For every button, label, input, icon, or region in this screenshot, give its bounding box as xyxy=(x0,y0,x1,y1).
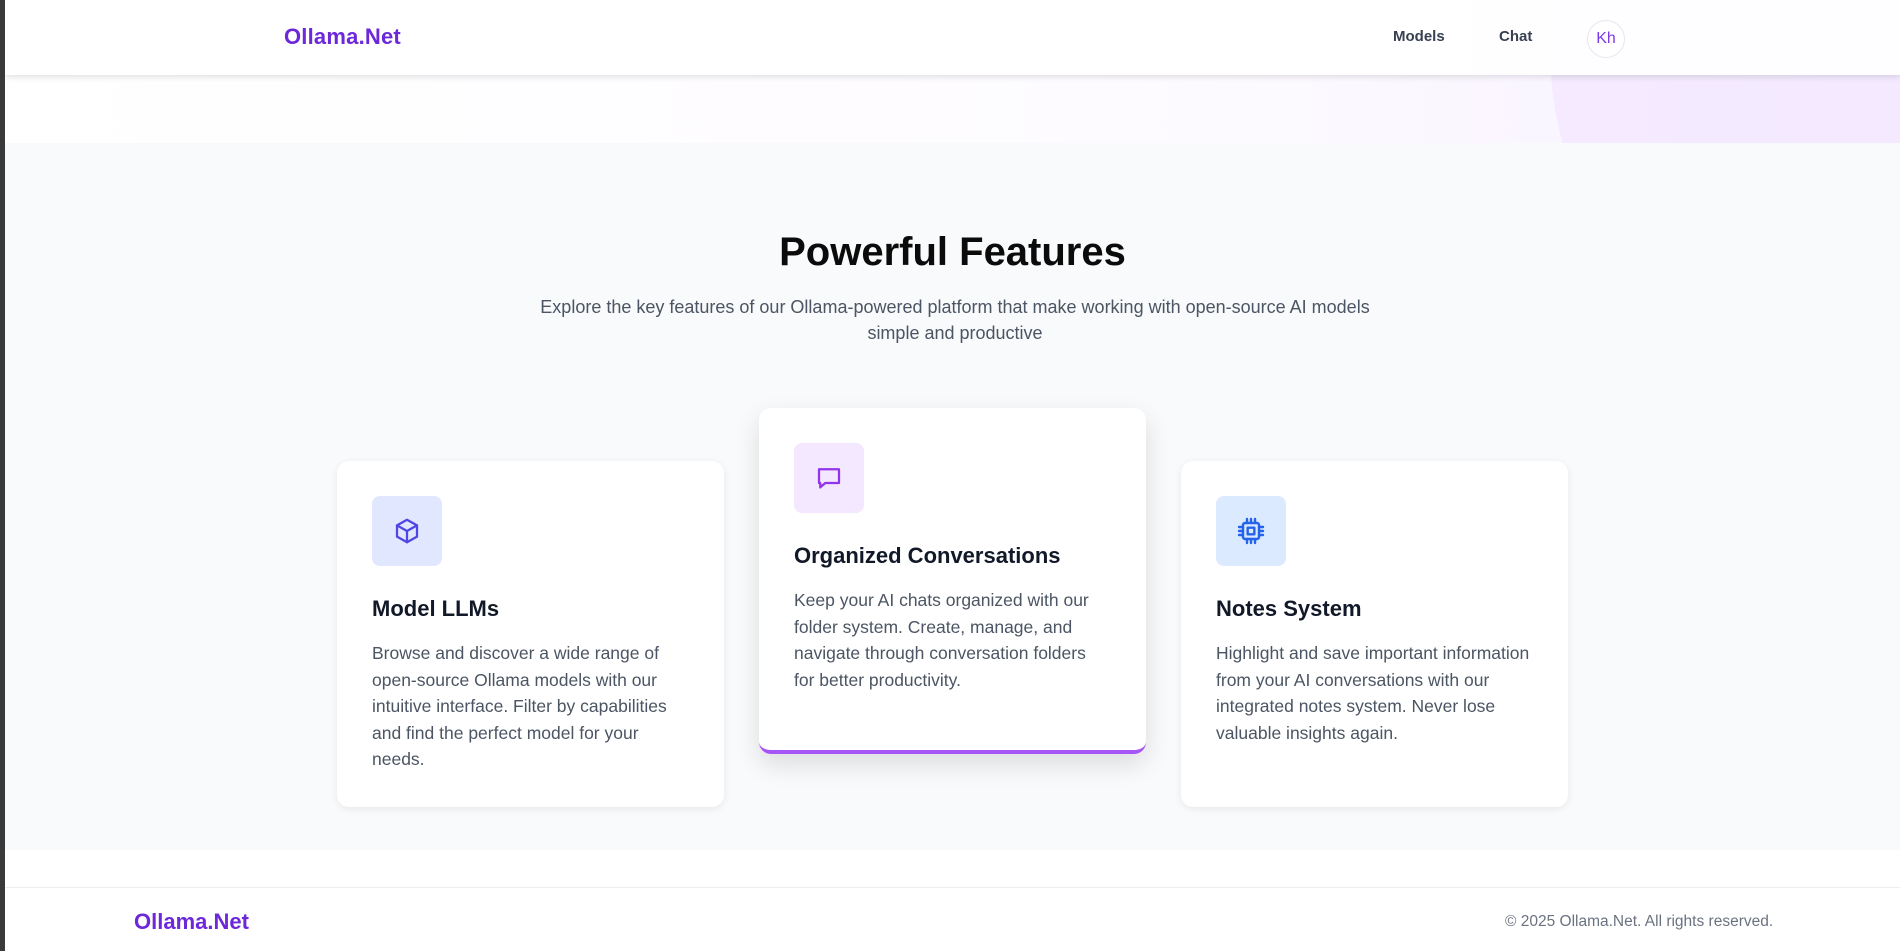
footer-divider xyxy=(5,887,1900,888)
nav-link-chat[interactable]: Chat xyxy=(1499,28,1532,45)
section-subtitle: Explore the key features of our Ollama-p… xyxy=(540,297,1370,343)
cpu-chip-icon xyxy=(1216,496,1286,566)
feature-card-title: Notes System xyxy=(1216,596,1362,621)
user-avatar[interactable]: Kh xyxy=(1587,20,1625,58)
page: Ollama.Net Models Chat Kh Powerful Featu… xyxy=(5,0,1900,951)
brand-logo[interactable]: Ollama.Net xyxy=(284,24,401,50)
footer: Ollama.Net © 2025 Ollama.Net. All rights… xyxy=(5,850,1900,951)
section-title: Powerful Features xyxy=(779,230,1126,274)
features-section: Powerful Features Explore the key featur… xyxy=(5,143,1900,850)
feature-card-description: Highlight and save important information… xyxy=(1216,643,1530,743)
feature-card-title: Model LLMs xyxy=(372,596,500,621)
feature-card-notes-system: Notes System Highlight and save importan… xyxy=(1181,461,1568,807)
nav-link-models[interactable]: Models xyxy=(1393,28,1445,45)
copyright-text: © 2025 Ollama.Net. All rights reserved. xyxy=(1505,913,1774,930)
cube-icon xyxy=(372,496,442,566)
footer-brand-logo[interactable]: Ollama.Net xyxy=(134,909,249,935)
feature-card-title: Organized Conversations xyxy=(794,543,1061,568)
feature-card-description: Browse and discover a wide range of open… xyxy=(372,643,667,769)
feature-card-model-llms: Model LLMs Browse and discover a wide ra… xyxy=(337,461,724,807)
feature-card-organized-conversations: Organized Conversations Keep your AI cha… xyxy=(759,408,1146,754)
navbar: Ollama.Net Models Chat Kh xyxy=(5,0,1900,75)
chat-bubble-icon xyxy=(794,443,864,513)
feature-card-description: Keep your AI chats organized with our fo… xyxy=(794,590,1089,690)
